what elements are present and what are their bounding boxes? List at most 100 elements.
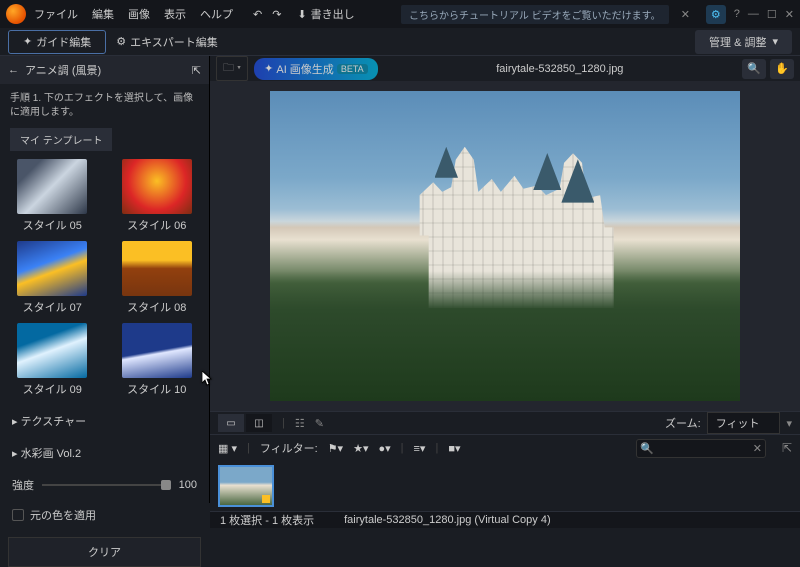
back-icon[interactable]: ←	[8, 64, 19, 76]
help-icon[interactable]: ?	[734, 8, 740, 20]
preview-image	[270, 91, 740, 401]
zoom-tool-icon[interactable]: 🔍	[742, 59, 766, 79]
close-banner-icon[interactable]: ✕	[681, 8, 690, 21]
section-texture[interactable]: ▸ テクスチャー	[0, 405, 209, 437]
style-label: スタイル 09	[23, 384, 82, 396]
filename-display: fairytale-532850_1280.jpg	[384, 63, 736, 75]
export-label: 書き出し	[311, 6, 355, 22]
search-box: 🔍 ✕	[636, 439, 766, 458]
title-bar: ファイル 編集 画像 表示 ヘルプ ↶ ↷ ⬇ 書き出し こちらからチュートリア…	[0, 0, 800, 28]
main-menu: ファイル 編集 画像 表示 ヘルプ	[34, 6, 233, 22]
chevron-down-icon[interactable]: ▾	[786, 417, 792, 430]
beta-badge: BETA	[337, 64, 368, 74]
compare-view-icon[interactable]: ◫	[246, 414, 272, 432]
image-canvas[interactable]	[210, 81, 800, 411]
viewer-footer: ▭ ◫ | ☷ ✎ ズーム: フィット ▾	[210, 411, 800, 434]
ai-label: AI 画像生成	[276, 61, 333, 77]
tutorial-banner[interactable]: こちらからチュートリアル ビデオをご覧いただけます。	[401, 5, 669, 24]
pan-tool-icon[interactable]: ✋	[770, 59, 794, 79]
tag-icon[interactable]: ■▾	[448, 442, 460, 455]
checkbox-label: 元の色を適用	[30, 507, 96, 523]
menu-help[interactable]: ヘルプ	[200, 6, 233, 22]
sparkle-icon: ✦	[264, 62, 273, 75]
style-grid: スタイル 05 スタイル 06 スタイル 07 スタイル 08 スタイル 09 …	[0, 151, 209, 405]
ai-generate-button[interactable]: ✦ AI 画像生成 BETA	[254, 58, 378, 80]
status-filename: fairytale-532850_1280.jpg (Virtual Copy …	[344, 514, 550, 526]
style-thumb	[122, 159, 192, 214]
wand-icon: ✦	[23, 35, 32, 48]
thumbnail-strip	[210, 461, 800, 511]
app-logo	[6, 4, 26, 24]
download-icon: ⬇	[297, 8, 306, 21]
minimize-icon[interactable]: —	[748, 8, 759, 20]
style-thumb	[122, 241, 192, 296]
thumbnail-item[interactable]	[218, 465, 274, 507]
style-thumb	[122, 323, 192, 378]
style-thumb	[17, 241, 87, 296]
search-icon: 🔍	[640, 442, 654, 455]
expert-label: エキスパート編集	[130, 34, 218, 50]
sliders-icon: ⚙	[116, 35, 126, 48]
style-label: スタイル 05	[23, 220, 82, 232]
manage-button[interactable]: 管理 & 調整 ▾	[695, 30, 792, 54]
style-item[interactable]: スタイル 09	[10, 323, 95, 397]
strength-value: 100	[179, 479, 197, 491]
style-item[interactable]: スタイル 05	[10, 159, 95, 233]
guide-edit-button[interactable]: ✦ ガイド編集	[8, 30, 106, 54]
export-button[interactable]: ⬇ 書き出し	[297, 6, 354, 22]
original-color-checkbox[interactable]: 元の色を適用	[0, 501, 209, 529]
viewer-panel: 🗀 ▾ ✦ AI 画像生成 BETA fairytale-532850_1280…	[210, 56, 800, 503]
close-icon[interactable]: ✕	[785, 8, 794, 21]
brush-icon[interactable]: ✎	[315, 417, 324, 430]
star-icon[interactable]: ★▾	[353, 442, 368, 455]
filmstrip-toolbar: ▦ ▾ | フィルター: ⚑▾ ★▾ ●▾ | ≡▾ | ■▾ 🔍 ✕ ⇱	[210, 435, 800, 461]
menu-file[interactable]: ファイル	[34, 6, 78, 22]
layout-icon[interactable]: ▦ ▾	[218, 442, 237, 455]
filmstrip: ▦ ▾ | フィルター: ⚑▾ ★▾ ●▾ | ≡▾ | ■▾ 🔍 ✕ ⇱	[210, 434, 800, 511]
clear-button[interactable]: クリア	[8, 537, 201, 567]
maximize-icon[interactable]: ☐	[767, 8, 777, 21]
zoom-label: ズーム:	[665, 415, 701, 431]
single-view-icon[interactable]: ▭	[218, 414, 244, 432]
style-item[interactable]: スタイル 08	[115, 241, 200, 315]
chevron-down-icon: ▾	[772, 35, 778, 48]
flag-icon[interactable]: ⚑▾	[328, 442, 343, 455]
section-label: テクスチャー	[21, 416, 87, 428]
search-input[interactable]	[636, 439, 766, 458]
detach-icon[interactable]: ⇱	[192, 64, 201, 77]
guide-label: ガイド編集	[36, 34, 91, 50]
sidebar-header: ← アニメ調 (風景) ⇱	[0, 56, 209, 84]
style-label: スタイル 06	[127, 220, 186, 232]
strength-label: 強度	[12, 477, 34, 493]
external-icon[interactable]: ⇱	[782, 441, 792, 455]
section-watercolor[interactable]: ▸ 水彩画 Vol.2	[0, 437, 209, 469]
undo-icon[interactable]: ↶	[253, 8, 262, 21]
toolbar-history: ↶ ↷	[253, 8, 281, 21]
mode-toolbar: ✦ ガイド編集 ⚙ エキスパート編集 管理 & 調整 ▾	[0, 28, 800, 56]
expert-edit-button[interactable]: ⚙ エキスパート編集	[116, 34, 218, 50]
redo-icon[interactable]: ↷	[272, 8, 281, 21]
style-item[interactable]: スタイル 10	[115, 323, 200, 397]
style-thumb	[17, 159, 87, 214]
instruction-text: 手順 1. 下のエフェクトを選択して、画像に適用します。	[0, 84, 209, 128]
zoom-select[interactable]: フィット	[707, 412, 781, 434]
folder-icon[interactable]: 🗀 ▾	[216, 56, 248, 81]
selection-count: 1 枚選択 - 1 枚表示	[220, 512, 314, 528]
style-item[interactable]: スタイル 07	[10, 241, 95, 315]
clear-search-icon[interactable]: ✕	[753, 442, 762, 455]
menu-image[interactable]: 画像	[128, 6, 150, 22]
settings-icon[interactable]: ⚙	[706, 5, 726, 24]
slider-track[interactable]	[42, 484, 171, 486]
my-templates-tab[interactable]: マイ テンプレート	[10, 128, 112, 151]
style-label: スタイル 10	[127, 384, 186, 396]
histogram-icon[interactable]: ☷	[295, 417, 305, 430]
filter-label: フィルター:	[260, 440, 318, 456]
zoom-value: フィット	[716, 418, 760, 430]
sort-icon[interactable]: ≡▾	[414, 442, 426, 455]
style-item[interactable]: スタイル 06	[115, 159, 200, 233]
style-thumb	[17, 323, 87, 378]
viewer-header: 🗀 ▾ ✦ AI 画像生成 BETA fairytale-532850_1280…	[210, 56, 800, 81]
circle-icon[interactable]: ●▾	[378, 442, 390, 455]
menu-edit[interactable]: 編集	[92, 6, 114, 22]
menu-view[interactable]: 表示	[164, 6, 186, 22]
